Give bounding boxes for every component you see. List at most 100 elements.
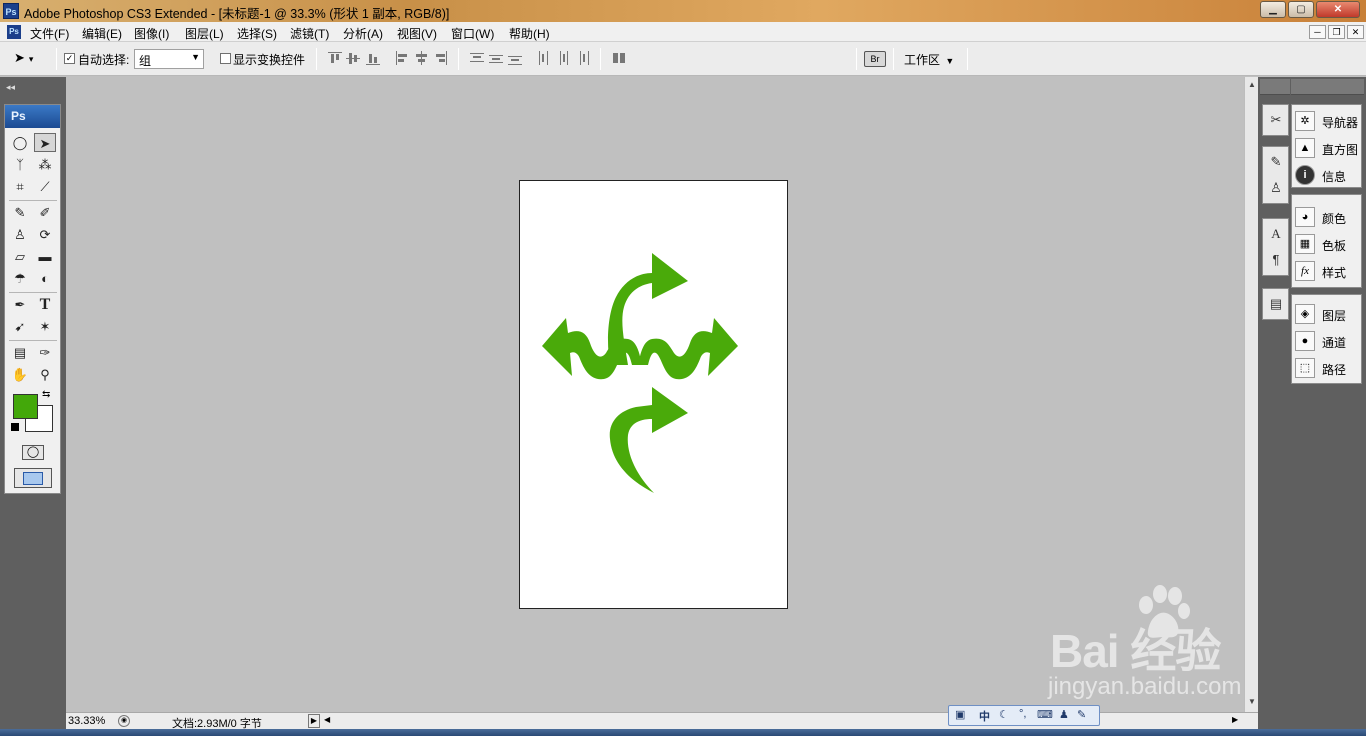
show-transform-checkbox[interactable] [220,53,231,64]
brushes-icon[interactable]: ✎ [1265,151,1287,173]
status-menu-icon[interactable]: ◉ [118,715,130,727]
character-icon[interactable]: A [1265,223,1287,245]
align-bottom-icon[interactable] [366,51,382,67]
zoom-tool-icon[interactable]: ⚲ [34,365,56,384]
ime-punct-icon[interactable]: °, [1019,708,1026,720]
type-tool-icon[interactable]: T [34,295,56,314]
auto-align-layers-icon[interactable] [612,51,628,67]
swap-colors-icon[interactable]: ⇆ [42,389,50,400]
panel-styles[interactable]: fx 样式 [1294,259,1360,283]
panel-swatches[interactable]: ▦ 色板 [1294,232,1360,256]
custom-shape-tool-icon[interactable]: ✶ [34,317,56,336]
distribute-hcenter-icon[interactable] [556,51,572,67]
path-selection-tool-icon[interactable]: ➹ [9,317,31,336]
history-brush-tool-icon[interactable]: ⟳ [34,225,56,244]
move-tool-icon[interactable]: ➤ [34,133,56,152]
menu-view[interactable]: 视图(V) [397,25,437,42]
align-left-icon[interactable] [395,51,411,67]
elliptical-marquee-tool-icon[interactable]: ◯ [9,133,31,152]
panel-navigator[interactable]: ✲ 导航器 [1294,109,1360,133]
menu-image[interactable]: 图像(I) [134,25,169,42]
panel-dock-header[interactable] [1291,79,1364,95]
blur-tool-icon[interactable]: ☂ [9,269,31,288]
align-hcenter-icon[interactable] [414,51,430,67]
workspace-menu-button[interactable]: 工作区 ▼ [904,51,958,69]
menu-analysis[interactable]: 分析(A) [343,25,383,42]
distribute-left-icon[interactable] [537,51,553,67]
quick-mask-icon[interactable]: ◯ [22,445,44,460]
healing-brush-tool-icon[interactable]: ✎ [9,203,31,222]
panel-histogram[interactable]: ▲ 直方图 [1294,136,1360,160]
align-vcenter-icon[interactable] [346,51,362,67]
ime-settings-icon[interactable]: ✎ [1077,708,1086,721]
scroll-left-icon[interactable]: ◀ [324,715,330,724]
panel-color[interactable]: ◕ 颜色 [1294,205,1360,229]
panel-paths[interactable]: ⬚ 路径 [1294,356,1360,380]
ime-keyboard-icon[interactable]: ⌨ [1037,708,1053,721]
brush-tool-icon[interactable]: ✐ [34,203,56,222]
bridge-icon[interactable]: Br [864,51,886,67]
doc-restore-button[interactable]: ❐ [1328,25,1345,39]
wavy-arrow-left [542,318,642,380]
dodge-tool-icon[interactable]: ◐ [34,269,56,288]
doc-minimize-button[interactable]: ─ [1309,25,1326,39]
maximize-button[interactable]: ▢ [1288,1,1314,18]
ime-toolbar[interactable]: ▣ 中 ☾ °, ⌨ ♟ ✎ [948,705,1100,726]
screen-mode-icon[interactable] [14,468,52,488]
close-button[interactable]: ✕ [1316,1,1360,18]
align-top-icon[interactable] [328,51,344,67]
document-menu-icon[interactable]: Ps [7,25,21,39]
foreground-color-swatch-top[interactable] [13,394,38,419]
minimize-button[interactable]: ▁ [1260,1,1286,18]
menu-help[interactable]: 帮助(H) [509,25,550,42]
ime-logo-icon[interactable]: ▣ [955,708,965,721]
collapse-tools-icon[interactable]: ◂◂ [6,82,15,93]
eyedropper-tool-icon[interactable]: ✑ [34,343,56,362]
menu-file[interactable]: 文件(F) [30,25,69,42]
move-tool-preset-icon[interactable]: ➤ ▾ [14,50,50,68]
pen-tool-icon[interactable]: ✒ [9,295,31,314]
ime-mode[interactable]: 中 [979,708,990,724]
layer-comps-icon[interactable]: ▤ [1265,293,1287,315]
ime-user-icon[interactable]: ♟ [1059,708,1069,721]
auto-select-dropdown[interactable]: 组 ▼ [134,49,204,69]
distribute-vcenter-icon[interactable] [489,51,505,67]
menu-window[interactable]: 窗口(W) [451,25,494,42]
default-colors-icon[interactable] [11,423,19,431]
status-expand-icon[interactable]: ▶ [308,714,320,728]
zoom-level[interactable]: 33.33% [68,715,105,727]
eraser-tool-icon[interactable]: ▱ [9,247,31,266]
slice-tool-icon[interactable]: ⟋ [34,177,56,196]
panel-layers[interactable]: ◈ 图层 [1294,302,1360,326]
clone-source-icon[interactable]: ♙ [1265,177,1287,199]
doc-close-button[interactable]: ✕ [1347,25,1364,39]
menu-select[interactable]: 选择(S) [237,25,277,42]
distribute-top-icon[interactable] [470,51,486,67]
menu-edit[interactable]: 编辑(E) [82,25,122,42]
panel-channels[interactable]: ● 通道 [1294,329,1360,353]
crop-tool-icon[interactable]: ⌗ [9,177,31,196]
scroll-up-icon[interactable]: ▲ [1248,80,1256,89]
distribute-right-icon[interactable] [575,51,591,67]
menu-filter[interactable]: 滤镜(T) [290,25,329,42]
navigator-panel-group: ✲ 导航器 ▲ 直方图 i 信息 [1291,104,1362,188]
layer-comps-dock: ▤ [1262,288,1289,320]
gradient-tool-icon[interactable]: ▬ [34,247,56,266]
document-canvas[interactable] [519,180,788,609]
tool-presets-icon[interactable]: ✂ [1265,109,1287,131]
menu-layer[interactable]: 图层(L) [185,25,224,42]
paragraph-icon[interactable]: ¶ [1265,249,1287,271]
layers-panel-group: ◈ 图层 ● 通道 ⬚ 路径 [1291,294,1362,384]
lasso-tool-icon[interactable]: ᛉ [9,155,31,174]
distribute-bottom-icon[interactable] [508,51,524,67]
align-right-icon[interactable] [433,51,449,67]
scroll-right-icon[interactable]: ▶ [1232,715,1238,724]
auto-select-checkbox[interactable]: ✓ [64,53,75,64]
clone-stamp-tool-icon[interactable]: ♙ [9,225,31,244]
notes-tool-icon[interactable]: ▤ [9,343,31,362]
icon-dock-header[interactable] [1260,79,1290,95]
hand-tool-icon[interactable]: ✋ [9,365,31,384]
panel-info[interactable]: i 信息 [1294,163,1360,187]
magic-wand-tool-icon[interactable]: ⁂ [34,155,56,174]
ime-halfwidth-icon[interactable]: ☾ [999,708,1009,721]
